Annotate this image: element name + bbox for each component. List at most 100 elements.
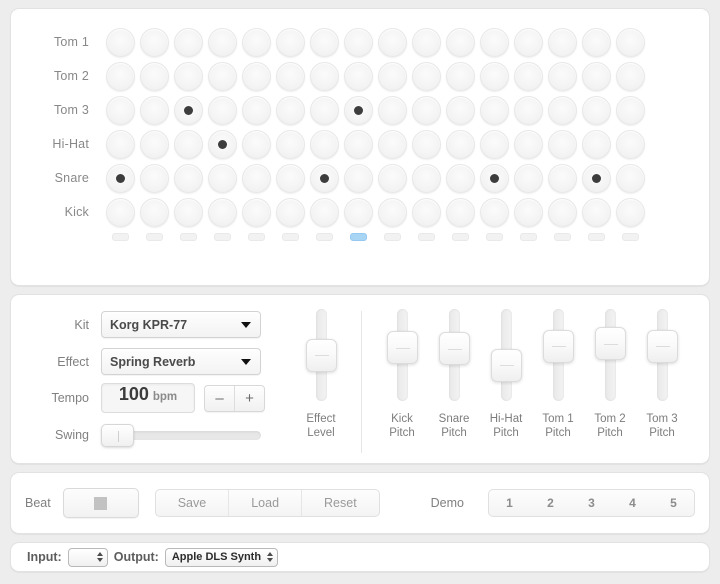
step-pad[interactable] <box>208 28 237 57</box>
step-pad[interactable] <box>412 28 441 57</box>
step-pad[interactable] <box>446 96 475 125</box>
step-pad[interactable] <box>548 164 577 193</box>
step-pad[interactable] <box>174 62 203 91</box>
step-pad[interactable] <box>446 130 475 159</box>
demo-button-1[interactable]: 1 <box>489 490 530 516</box>
step-pad[interactable] <box>514 198 543 227</box>
step-pad[interactable] <box>310 198 339 227</box>
step-pad[interactable] <box>174 130 203 159</box>
step-pad[interactable] <box>276 130 305 159</box>
vertical-slider-handle[interactable] <box>439 332 470 365</box>
step-pad[interactable] <box>344 130 373 159</box>
step-indicator[interactable] <box>554 233 571 241</box>
vertical-slider-handle[interactable] <box>306 339 337 372</box>
step-pad[interactable] <box>480 28 509 57</box>
step-pad[interactable] <box>344 28 373 57</box>
step-indicator[interactable] <box>384 233 401 241</box>
swing-slider-handle[interactable] <box>101 424 134 447</box>
step-pad[interactable] <box>310 96 339 125</box>
step-pad[interactable] <box>480 62 509 91</box>
step-pad[interactable] <box>582 198 611 227</box>
step-pad[interactable] <box>140 62 169 91</box>
playhead-indicator[interactable] <box>350 233 367 241</box>
vertical-slider[interactable] <box>449 309 460 401</box>
step-pad[interactable] <box>174 198 203 227</box>
step-pad[interactable] <box>412 130 441 159</box>
step-pad[interactable] <box>446 62 475 91</box>
step-pad[interactable] <box>344 164 373 193</box>
vertical-slider-handle[interactable] <box>491 349 522 382</box>
step-pad[interactable] <box>106 62 135 91</box>
step-pad[interactable] <box>106 28 135 57</box>
step-pad[interactable] <box>548 130 577 159</box>
step-pad[interactable] <box>208 130 237 159</box>
step-pad[interactable] <box>174 164 203 193</box>
vertical-slider-handle[interactable] <box>595 327 626 360</box>
step-pad[interactable] <box>616 164 645 193</box>
step-pad[interactable] <box>310 164 339 193</box>
step-pad[interactable] <box>208 164 237 193</box>
step-pad[interactable] <box>242 62 271 91</box>
step-pad[interactable] <box>412 198 441 227</box>
step-pad[interactable] <box>378 62 407 91</box>
step-pad[interactable] <box>140 28 169 57</box>
vertical-slider-handle[interactable] <box>387 331 418 364</box>
step-pad[interactable] <box>480 96 509 125</box>
step-pad[interactable] <box>344 198 373 227</box>
step-pad[interactable] <box>582 62 611 91</box>
step-pad[interactable] <box>378 198 407 227</box>
step-pad[interactable] <box>548 62 577 91</box>
step-pad[interactable] <box>616 130 645 159</box>
step-indicator[interactable] <box>248 233 265 241</box>
tempo-input[interactable]: 100 bpm <box>101 383 195 413</box>
step-pad[interactable] <box>208 198 237 227</box>
step-pad[interactable] <box>276 96 305 125</box>
step-pad[interactable] <box>480 198 509 227</box>
vertical-slider[interactable] <box>553 309 564 401</box>
demo-button-2[interactable]: 2 <box>530 490 571 516</box>
step-pad[interactable] <box>378 130 407 159</box>
step-indicator[interactable] <box>588 233 605 241</box>
step-indicator[interactable] <box>316 233 333 241</box>
demo-button-4[interactable]: 4 <box>612 490 653 516</box>
step-pad[interactable] <box>140 96 169 125</box>
step-pad[interactable] <box>480 164 509 193</box>
kit-select[interactable]: Korg KPR-77 <box>101 311 261 338</box>
step-pad[interactable] <box>174 28 203 57</box>
step-pad[interactable] <box>310 130 339 159</box>
load-button[interactable]: Load <box>229 490 301 516</box>
step-pad[interactable] <box>378 96 407 125</box>
demo-button-3[interactable]: 3 <box>571 490 612 516</box>
step-pad[interactable] <box>378 164 407 193</box>
step-pad[interactable] <box>514 130 543 159</box>
step-pad[interactable] <box>140 164 169 193</box>
tempo-decrement-button[interactable]: – <box>205 386 234 411</box>
step-indicator[interactable] <box>622 233 639 241</box>
step-pad[interactable] <box>514 28 543 57</box>
step-indicator[interactable] <box>520 233 537 241</box>
step-indicator[interactable] <box>112 233 129 241</box>
step-indicator[interactable] <box>486 233 503 241</box>
step-pad[interactable] <box>242 130 271 159</box>
step-pad[interactable] <box>616 96 645 125</box>
step-indicator[interactable] <box>282 233 299 241</box>
step-indicator[interactable] <box>146 233 163 241</box>
step-pad[interactable] <box>208 96 237 125</box>
step-pad[interactable] <box>446 164 475 193</box>
step-pad[interactable] <box>582 164 611 193</box>
step-pad[interactable] <box>310 62 339 91</box>
demo-button-5[interactable]: 5 <box>653 490 694 516</box>
vertical-slider[interactable] <box>501 309 512 401</box>
reset-button[interactable]: Reset <box>302 490 379 516</box>
step-pad[interactable] <box>514 96 543 125</box>
step-indicator[interactable] <box>418 233 435 241</box>
tempo-increment-button[interactable]: + <box>235 386 264 411</box>
step-pad[interactable] <box>548 28 577 57</box>
step-pad[interactable] <box>106 164 135 193</box>
step-pad[interactable] <box>616 62 645 91</box>
step-pad[interactable] <box>616 28 645 57</box>
vertical-slider[interactable] <box>657 309 668 401</box>
beat-play-stop-button[interactable] <box>63 488 139 518</box>
step-pad[interactable] <box>412 62 441 91</box>
vertical-slider-handle[interactable] <box>543 330 574 363</box>
